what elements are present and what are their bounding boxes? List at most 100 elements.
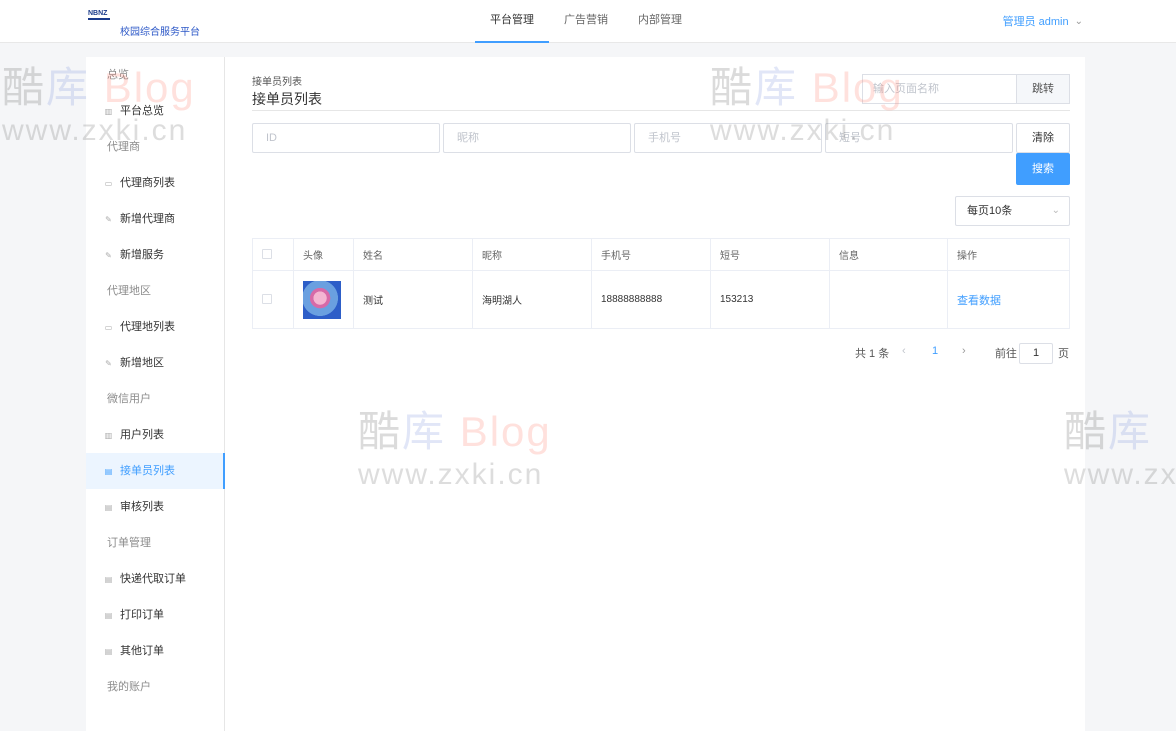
edit-icon: ✎ [105, 250, 112, 260]
page-jump-input[interactable]: 输入页面名称 [862, 74, 1017, 104]
phone-filter-input[interactable]: 手机号 [634, 123, 822, 153]
sidebar-item-add-service[interactable]: ✎ 新增服务 [86, 237, 224, 273]
column-header: 姓名 [353, 238, 473, 271]
total-count: 共 1 条 [855, 348, 890, 360]
sidebar-item-label: 快递代取订单 [120, 573, 186, 585]
sidebar-item-label: 新增代理商 [120, 213, 175, 225]
sidebar-item-add-region[interactable]: ✎ 新增地区 [86, 345, 224, 381]
sidebar-group-orders: 订单管理 [107, 537, 151, 549]
jump-button[interactable]: 跳转 [1016, 74, 1070, 104]
sidebar-item-label: 代理商列表 [120, 177, 175, 189]
document-icon: ▤ [104, 466, 113, 476]
table-row: 测试 海明湖人 18888888888 153213 查看数据 [252, 270, 1070, 329]
document-icon: ▤ [104, 502, 113, 512]
sidebar-item-add-agent[interactable]: ✎ 新增代理商 [86, 201, 224, 237]
sidebar-group-overview: 总览 [107, 69, 129, 81]
column-header: 头像 [293, 238, 354, 271]
sidebar-item-label: 审核列表 [120, 501, 164, 513]
pagination: 共 1 条 ‹ 1 › 前往 1 页 [252, 343, 1070, 364]
sidebar-item-region-list[interactable]: ▭ 代理地列表 [86, 309, 224, 345]
sidebar-item-agent-list[interactable]: ▭ 代理商列表 [86, 165, 224, 201]
page-size-select[interactable]: 每页10条 ⌄ [955, 196, 1070, 226]
table-header-row: 头像 姓名 昵称 手机号 短号 信息 操作 [252, 238, 1070, 271]
document-icon: ▤ [104, 574, 113, 584]
document-icon: ▤ [104, 610, 113, 620]
column-header: 短号 [710, 238, 830, 271]
sidebar-item-print-orders[interactable]: ▤ 打印订单 [86, 597, 224, 633]
prev-page-icon[interactable]: ‹ [902, 345, 906, 357]
sidebar-item-label: 新增服务 [120, 249, 164, 261]
short-number-filter-input[interactable]: 短号 [825, 123, 1013, 153]
select-all-checkbox[interactable] [262, 249, 272, 260]
goto-label: 前往 [995, 348, 1017, 360]
sidebar-group-my-account: 我的账户 [107, 681, 151, 693]
user-name: 管理员 admin [1002, 16, 1069, 28]
sidebar-item-review-list[interactable]: ▤ 审核列表 [86, 489, 224, 525]
next-page-icon[interactable]: › [962, 345, 966, 357]
divider [252, 110, 1070, 111]
sidebar: 总览 ▥ 平台总览 代理商 ▭ 代理商列表 ✎ 新增代理商 ✎ 新增服务 代理地… [86, 57, 225, 731]
sidebar-item-label: 打印订单 [120, 609, 164, 621]
page-title: 接单员列表 [252, 91, 322, 107]
sidebar-group-wechat-users: 微信用户 [107, 393, 151, 405]
top-bar: NBNZ 校园综合服务平台 平台管理 广告营销 内部管理 管理员 admin ⌄ [0, 0, 1176, 43]
view-data-link[interactable]: 查看数据 [957, 295, 1001, 307]
logo-mark: NBNZ [88, 10, 108, 17]
row-checkbox[interactable] [262, 294, 272, 305]
page-number[interactable]: 1 [932, 345, 938, 357]
logo[interactable]: NBNZ 校园综合服务平台 [88, 10, 200, 38]
chevron-down-icon: ⌄ [1051, 205, 1060, 216]
page-unit-label: 页 [1058, 348, 1069, 360]
courier-table: 头像 姓名 昵称 手机号 短号 信息 操作 测试 海明湖人 1888888888… [252, 238, 1070, 329]
sidebar-item-label: 用户列表 [120, 429, 164, 441]
sidebar-item-label: 接单员列表 [120, 465, 175, 477]
sidebar-item-platform-overview[interactable]: ▥ 平台总览 [86, 93, 224, 129]
info-cell [829, 270, 948, 329]
chart-icon: ▥ [104, 106, 113, 116]
nav-ad-marketing[interactable]: 广告营销 [549, 0, 623, 43]
column-header: 操作 [947, 238, 1070, 271]
sidebar-item-other-orders[interactable]: ▤ 其他订单 [86, 633, 224, 669]
nav-internal-management[interactable]: 内部管理 [623, 0, 697, 43]
sidebar-item-label: 新增地区 [120, 357, 164, 369]
goto-page-input[interactable]: 1 [1019, 343, 1053, 364]
nickname-filter-input[interactable]: 昵称 [443, 123, 631, 153]
avatar-cell [293, 270, 354, 329]
column-header: 手机号 [591, 238, 711, 271]
nickname-cell: 海明湖人 [472, 270, 592, 329]
edit-icon: ✎ [105, 214, 112, 224]
select-all-cell [252, 238, 294, 271]
folder-icon: ▭ [104, 178, 113, 188]
sidebar-item-label: 其他订单 [120, 645, 164, 657]
main-panel: 总览 ▥ 平台总览 代理商 ▭ 代理商列表 ✎ 新增代理商 ✎ 新增服务 代理地… [86, 57, 1085, 731]
column-header: 信息 [829, 238, 948, 271]
sidebar-item-label: 平台总览 [120, 105, 164, 117]
sidebar-item-express-orders[interactable]: ▤ 快递代取订单 [86, 561, 224, 597]
folder-icon: ▭ [104, 322, 113, 332]
chevron-down-icon: ⌄ [1074, 15, 1083, 27]
short-number-cell: 153213 [710, 270, 830, 329]
column-header: 昵称 [472, 238, 592, 271]
chart-icon: ▥ [104, 430, 113, 440]
search-button[interactable]: 搜索 [1016, 153, 1070, 185]
page-size-value: 每页10条 [967, 205, 1013, 217]
id-filter-input[interactable]: ID [252, 123, 440, 153]
phone-cell: 18888888888 [591, 270, 711, 329]
row-select-cell [252, 270, 294, 329]
sidebar-item-user-list[interactable]: ▥ 用户列表 [86, 417, 224, 453]
top-nav: 平台管理 广告营销 内部管理 [475, 0, 697, 43]
user-menu[interactable]: 管理员 admin ⌄ [1003, 13, 1083, 29]
action-cell: 查看数据 [947, 270, 1070, 329]
sidebar-group-regions: 代理地区 [107, 285, 151, 297]
sidebar-group-agents: 代理商 [107, 141, 140, 153]
sidebar-item-courier-list[interactable]: ▤ 接单员列表 [86, 453, 225, 489]
avatar [303, 280, 341, 319]
edit-icon: ✎ [105, 358, 112, 368]
site-title: 校园综合服务平台 [120, 27, 200, 38]
nav-platform-management[interactable]: 平台管理 [475, 0, 549, 43]
sidebar-item-label: 代理地列表 [120, 321, 175, 333]
logo-underline [88, 18, 110, 20]
breadcrumb: 接单员列表 [252, 77, 302, 88]
clear-button[interactable]: 清除 [1016, 123, 1070, 153]
name-cell: 测试 [353, 270, 473, 329]
